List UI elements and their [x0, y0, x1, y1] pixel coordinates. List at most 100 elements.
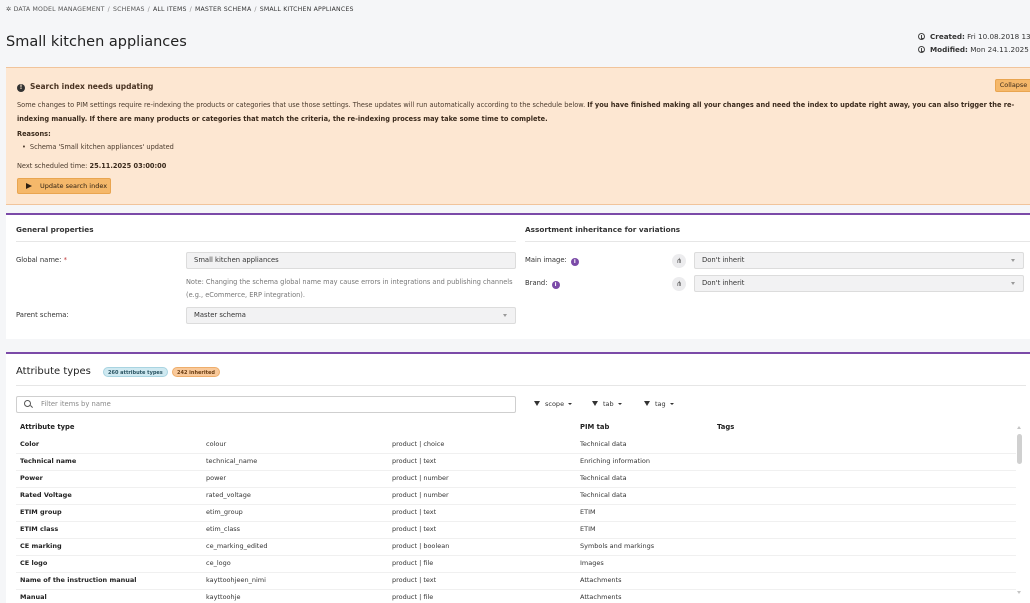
table-row[interactable]: Manual kayttoohje product | file Attachment…: [16, 589, 1016, 603]
table-row[interactable]: Power power product | number Technical data: [16, 470, 1016, 487]
info-icon[interactable]: i: [570, 258, 579, 266]
chevron-down-icon: [568, 403, 573, 405]
global-name-cell: etim_class: [206, 525, 241, 533]
attribute-types-card: Attribute types 260 attribute types 242 …: [6, 352, 1030, 603]
attr-name-cell: Rated Voltage: [20, 491, 72, 499]
filter-icon: [534, 401, 540, 406]
next-scheduled-time: Next scheduled time: 25.11.2025 03:00:00: [17, 162, 166, 170]
main-image-label: Main image: i: [525, 256, 579, 266]
modified-label: Modified:: [930, 45, 968, 54]
breadcrumb-current: SMALL KITCHEN APPLIANCES: [259, 6, 354, 13]
clock-icon: [918, 33, 925, 40]
global-name-cell: etim_group: [206, 508, 243, 516]
alert-text-normal: Some changes to PIM settings require re-…: [17, 101, 588, 109]
breadcrumb-master-schema[interactable]: MASTER SCHEMA: [195, 6, 251, 13]
schema-meta: Created: Fri 10.08.2018 13:5 Modified: M…: [918, 30, 1030, 56]
table-row[interactable]: Name of the instruction manual kayttoohje…: [16, 572, 1016, 589]
filter-input[interactable]: Filter items by name: [16, 396, 516, 413]
attr-name-cell: Technical name: [20, 457, 77, 465]
update-button-label: Update search index: [40, 182, 108, 190]
clock-icon: [918, 46, 925, 53]
attr-name-cell: Power: [20, 474, 43, 482]
filter-tab[interactable]: tab: [592, 398, 622, 411]
table-row[interactable]: Rated Voltage rated_voltage product | numb…: [16, 487, 1016, 504]
data-type-cell: product | text: [392, 508, 437, 516]
pim-tab-cell: Attachments: [580, 593, 622, 601]
table-row[interactable]: CE marking ce_marking_edited product | boo…: [16, 538, 1016, 555]
page-title: Small kitchen appliances: [6, 34, 187, 50]
next-time-label: Next scheduled time:: [17, 162, 88, 170]
scroll-up-icon[interactable]: [1017, 426, 1021, 429]
created-label: Created:: [930, 32, 965, 41]
pim-tab-cell: Symbols and markings: [580, 542, 655, 550]
data-type-cell: product | file: [392, 593, 434, 601]
breadcrumb-separator: /: [147, 6, 150, 13]
filter-tab-label: tab: [603, 400, 614, 408]
breadcrumb-schemas[interactable]: SCHEMAS: [113, 6, 145, 13]
brand-label: Brand: i: [525, 279, 560, 289]
global-name-cell: colour: [206, 440, 227, 448]
global-name-cell: ce_marking_edited: [206, 542, 268, 550]
filter-tag-label: tag: [655, 400, 666, 408]
modified-value: Mon 24.11.2025 1: [970, 45, 1030, 54]
divider: [525, 241, 1030, 242]
search-index-alert: ! Search index needs updating Collapse So…: [6, 67, 1030, 205]
pim-tab-cell: ETIM: [580, 525, 596, 533]
brand-select[interactable]: Don't inherit: [694, 275, 1024, 292]
update-search-index-button[interactable]: Update search index: [17, 178, 111, 194]
parent-schema-select[interactable]: Master schema: [186, 307, 516, 324]
play-icon: [26, 183, 32, 189]
collapse-button[interactable]: Collapse: [995, 79, 1030, 92]
info-icon[interactable]: i: [551, 281, 560, 289]
table-row[interactable]: Color colour product | choice Technical dat…: [16, 436, 1016, 453]
column-attribute-type[interactable]: Attribute type: [20, 423, 75, 431]
general-properties-title: General properties: [16, 225, 94, 234]
global-name-cell: rated_voltage: [206, 491, 251, 499]
filter-scope[interactable]: scope: [534, 398, 573, 411]
global-name-label-text: Global name:: [16, 256, 62, 264]
global-name-input[interactable]: Small kitchen appliances: [186, 252, 516, 269]
alert-title-text: Search index needs updating: [30, 82, 154, 91]
alert-text: Some changes to PIM settings require re-…: [17, 99, 1027, 126]
table-row[interactable]: CE logo ce_logo product | file Images: [16, 555, 1016, 572]
data-type-cell: product | text: [392, 576, 437, 584]
table-row[interactable]: ETIM group etim_group product | text ETIM: [16, 504, 1016, 521]
alert-title: ! Search index needs updating: [17, 82, 153, 92]
hierarchy-icon[interactable]: ⋔: [672, 277, 686, 291]
created-value: Fri 10.08.2018 13:5: [967, 32, 1030, 41]
pim-tab-cell: Technical data: [580, 440, 627, 448]
global-name-label: Global name: *: [16, 256, 67, 264]
required-mark: *: [63, 256, 67, 264]
column-pim-tab[interactable]: PIM tab: [580, 423, 609, 431]
scroll-down-icon[interactable]: [1017, 591, 1021, 594]
attr-name-cell: Color: [20, 440, 40, 448]
breadcrumb-data-model[interactable]: DATA MODEL MANAGEMENT: [14, 6, 105, 13]
chevron-down-icon: [1011, 282, 1015, 285]
chevron-down-icon: [1011, 259, 1015, 262]
brand-value: Don't inherit: [702, 279, 745, 287]
divider: [16, 241, 516, 242]
global-name-cell: kayttoohje: [206, 593, 241, 601]
pim-tab-cell: Enriching information: [580, 457, 651, 465]
column-tags[interactable]: Tags: [717, 423, 734, 431]
filter-tag[interactable]: tag: [644, 398, 674, 411]
attribute-types-title: Attribute types: [16, 366, 91, 377]
warning-icon: !: [17, 84, 25, 92]
attr-name-cell: ETIM group: [20, 508, 62, 516]
scroll-thumb[interactable]: [1017, 434, 1022, 464]
table-row[interactable]: ETIM class etim_class product | text ETIM: [16, 521, 1016, 538]
main-image-select[interactable]: Don't inherit: [694, 252, 1024, 269]
inheritance-title: Assortment inheritance for variations: [525, 225, 681, 234]
attr-name-cell: Name of the instruction manual: [20, 576, 137, 584]
pim-tab-cell: Technical data: [580, 491, 627, 499]
next-time-value: 25.11.2025 03:00:00: [89, 162, 167, 170]
breadcrumb: ✲ DATA MODEL MANAGEMENT / SCHEMAS / ALL ITEM…: [6, 6, 354, 13]
table-row[interactable]: Technical name technical_name product | te…: [16, 453, 1016, 470]
global-name-cell: technical_name: [206, 457, 258, 465]
breadcrumb-all-items[interactable]: ALL ITEMS: [153, 6, 187, 13]
hierarchy-icon[interactable]: ⋔: [672, 254, 686, 268]
inherited-count-badge: 242 inherited: [172, 367, 220, 377]
gear-icon: ✲: [6, 6, 12, 13]
filter-scope-label: scope: [545, 400, 565, 408]
table-scrollbar[interactable]: [1017, 426, 1023, 596]
